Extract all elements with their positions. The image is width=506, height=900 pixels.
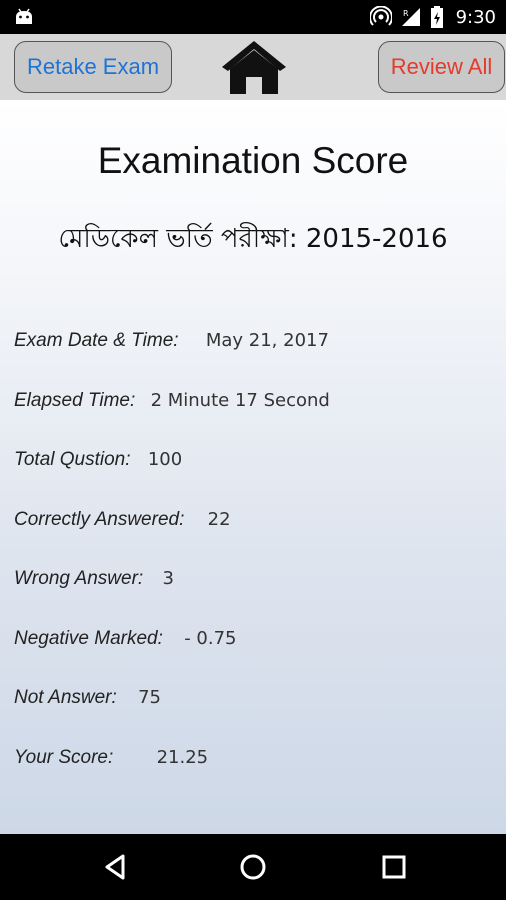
score-panel: Examination Score মেডিকেল ভর্তি পরীক্ষা:… (0, 100, 506, 834)
detail-row-wrong: Wrong Answer: 3 (14, 568, 174, 590)
detail-row-total-question: Total Qustion: 100 (14, 449, 182, 471)
detail-row-negative-marked: Negative Marked: - 0.75 (14, 628, 236, 650)
detail-label: Wrong Answer: (14, 568, 144, 589)
detail-row-exam-date: Exam Date & Time: May 21, 2017 (14, 330, 329, 352)
home-circle-icon[interactable] (238, 852, 268, 882)
detail-row-your-score: Your Score: 21.25 (14, 747, 208, 769)
detail-label: Total Qustion: (14, 449, 131, 470)
status-bar: R 9:30 (0, 0, 506, 34)
detail-label: Elapsed Time: (14, 390, 136, 411)
back-icon[interactable] (100, 852, 130, 882)
detail-value: - 0.75 (184, 628, 237, 649)
android-debug-icon (16, 8, 32, 24)
hotspot-icon (369, 6, 392, 26)
detail-row-elapsed-time: Elapsed Time: 2 Minute 17 Second (14, 390, 330, 412)
home-icon[interactable] (220, 37, 288, 97)
detail-label: Correctly Answered: (14, 509, 185, 530)
detail-label: Negative Marked: (14, 628, 163, 649)
toolbar: Retake Exam Review All (0, 34, 506, 100)
page-title: Examination Score (97, 140, 409, 181)
detail-value: 2 Minute 17 Second (150, 390, 330, 411)
recents-icon[interactable] (379, 852, 409, 882)
svg-text:R: R (403, 9, 409, 18)
review-all-button[interactable]: Review All (378, 41, 505, 93)
detail-row-correct: Correctly Answered: 22 (14, 509, 231, 531)
exam-subtitle: মেডিকেল ভর্তি পরীক্ষা: 2015-2016 (58, 224, 448, 254)
detail-value: 22 (207, 509, 231, 530)
retake-exam-button[interactable]: Retake Exam (14, 41, 172, 93)
detail-label: Your Score: (14, 747, 114, 768)
status-icons: R 9:30 (369, 0, 496, 34)
detail-label: Exam Date & Time: (14, 330, 179, 351)
detail-value: 75 (138, 687, 161, 708)
detail-value: 100 (147, 449, 183, 470)
detail-value: 3 (162, 568, 174, 589)
battery-icon (430, 6, 443, 28)
system-nav-bar (0, 834, 506, 900)
detail-row-not-answer: Not Answer: 75 (14, 687, 161, 709)
status-time: 9:30 (455, 6, 496, 28)
detail-value: 21.25 (156, 747, 209, 768)
detail-label: Not Answer: (14, 687, 117, 708)
signal-icon: R (401, 8, 420, 26)
detail-value: May 21, 2017 (205, 330, 329, 351)
